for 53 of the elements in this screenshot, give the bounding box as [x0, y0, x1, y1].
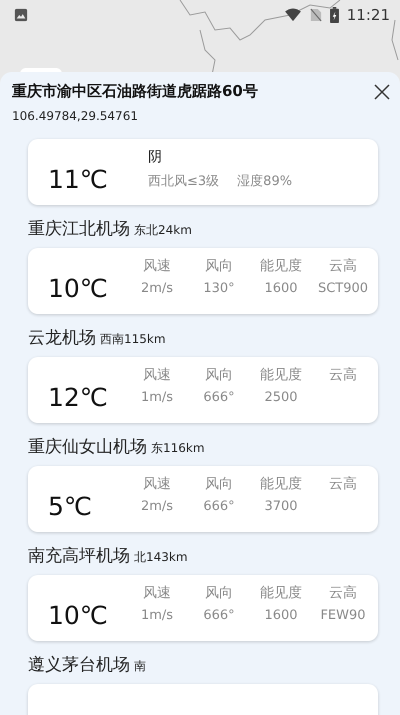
field-value: FEW90 [320, 608, 366, 622]
temperature: 5℃ [48, 490, 93, 520]
field-label: 风速 [143, 474, 171, 492]
field-label: 能见度 [260, 584, 302, 602]
temperature: 10℃ [48, 600, 109, 630]
station-distance: 东116km [151, 440, 205, 457]
field-label: 风速 [143, 584, 171, 602]
station-name: 南充高坪机场 [28, 545, 130, 567]
wind-info: 西北风≤3级 [148, 173, 220, 190]
close-icon[interactable] [374, 84, 390, 100]
field-value: 666° [203, 608, 235, 622]
field-value: 130° [203, 280, 235, 296]
temperature: 11℃ [48, 164, 109, 194]
field-label: 风向 [205, 256, 233, 274]
temperature: 10℃ [48, 272, 109, 302]
station-name: 重庆江北机场 [28, 218, 130, 240]
weather-condition: 阴 [148, 148, 163, 166]
field-label: 能见度 [260, 256, 302, 274]
field-label: 风速 [143, 366, 171, 384]
field-label: 云高 [329, 474, 357, 492]
wifi-icon [284, 8, 302, 22]
field-label: 风速 [143, 256, 171, 274]
field-value: 1m/s [140, 390, 174, 404]
field-value: 2500 [264, 390, 298, 404]
field-label: 能见度 [260, 474, 302, 492]
temperature: 12℃ [48, 382, 109, 412]
humidity: 湿度89% [237, 173, 292, 190]
field-label: 风向 [205, 584, 233, 602]
field-value: 666° [203, 498, 235, 514]
station-name: 云龙机场 [28, 327, 96, 349]
address-title: 重庆市渝中区石油路街道虎踞路60号 [12, 82, 259, 101]
station-distance: 西南115km [100, 331, 166, 348]
clock-time: 11:21 [346, 6, 390, 24]
field-value: SCT900 [318, 280, 368, 296]
station-name: 遵义茅台机场 [28, 654, 130, 676]
station-name: 重庆仙女山机场 [28, 436, 147, 458]
field-label: 风向 [205, 474, 233, 492]
field-label: 云高 [329, 584, 357, 602]
coordinates: 106.49784,29.54761 [12, 109, 139, 123]
station-distance: 南 [134, 658, 146, 675]
station-distance: 东北24km [134, 222, 192, 239]
field-label: 能见度 [260, 366, 302, 384]
field-value: 1600 [264, 280, 298, 296]
field-value: 2m/s [140, 498, 174, 514]
station-distance: 北143km [134, 549, 188, 566]
field-label: 风向 [205, 366, 233, 384]
field-value: 3700 [264, 498, 298, 514]
field-value: 666° [203, 390, 235, 404]
field-value: 1600 [264, 608, 298, 622]
field-label: 云高 [329, 366, 357, 384]
field-label: 云高 [329, 256, 357, 274]
field-value: 2m/s [140, 280, 174, 296]
field-value: 1m/s [140, 608, 174, 622]
